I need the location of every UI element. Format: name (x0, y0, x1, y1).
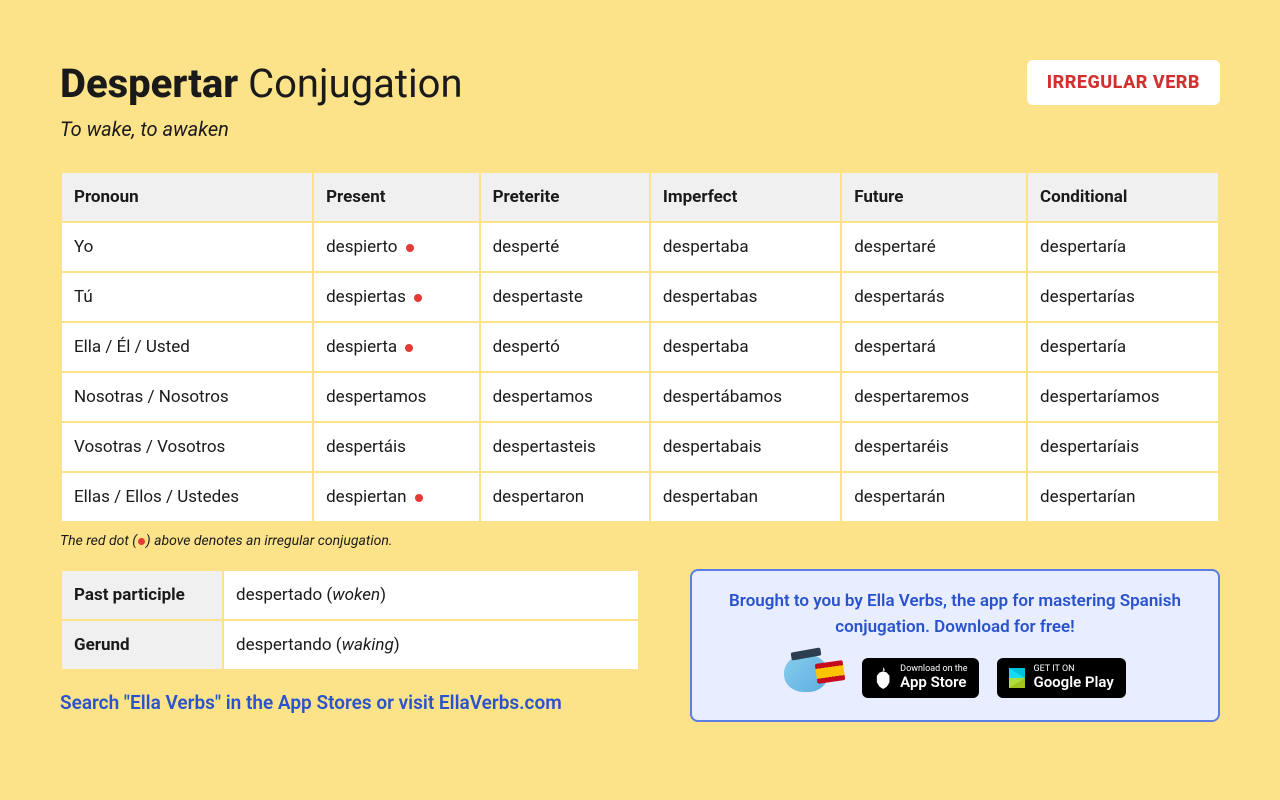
column-header: Conditional (1028, 173, 1218, 221)
conjugation-cell: despertarán (842, 473, 1026, 521)
column-header: Present (314, 173, 478, 221)
conjugation-cell: despierto (314, 223, 478, 271)
footnote: The red dot () above denotes an irregula… (60, 533, 1220, 549)
google-play-button[interactable]: GET IT ON Google Play (997, 658, 1125, 698)
conjugation-cell: despertarías (1028, 273, 1218, 321)
page-title: Despertar Conjugation (60, 60, 463, 107)
table-row: Yodespierto despertédespertabadespertaré… (62, 223, 1218, 271)
conjugation-cell: despertáis (314, 423, 478, 471)
conjugation-cell: Nosotras / Nosotros (62, 373, 312, 421)
title-suffix: Conjugation (248, 60, 463, 107)
red-dot-icon (405, 344, 413, 352)
red-dot-icon (138, 538, 145, 545)
conjugation-cell: despertarás (842, 273, 1026, 321)
past-participle-value: despertado (woken) (224, 571, 638, 619)
conjugation-cell: despertaríais (1028, 423, 1218, 471)
conjugation-cell: Vosotras / Vosotros (62, 423, 312, 471)
table-row: Túdespiertas despertastedespertabasdespe… (62, 273, 1218, 321)
conjugation-cell: desperté (481, 223, 649, 271)
conjugation-cell: despertaríamos (1028, 373, 1218, 421)
conjugation-cell: despertamos (314, 373, 478, 421)
conjugation-cell: despierta (314, 323, 478, 371)
conjugation-cell: despertaría (1028, 323, 1218, 371)
conjugation-cell: despertaste (481, 273, 649, 321)
conjugation-cell: Ella / Él / Usted (62, 323, 312, 371)
conjugation-cell: despertaban (651, 473, 840, 521)
conjugation-cell: despertaremos (842, 373, 1026, 421)
mascot-icon (784, 654, 844, 702)
promo-box: Brought to you by Ella Verbs, the app fo… (690, 569, 1220, 722)
conjugation-cell: despertará (842, 323, 1026, 371)
conjugation-cell: despertamos (481, 373, 649, 421)
conjugation-cell: despertaba (651, 223, 840, 271)
conjugation-cell: despiertas (314, 273, 478, 321)
conjugation-cell: despertaré (842, 223, 1026, 271)
conjugation-cell: despiertan (314, 473, 478, 521)
red-dot-icon (406, 244, 414, 252)
forms-table: Past participle despertado (woken) Gerun… (60, 569, 640, 671)
conjugation-cell: Tú (62, 273, 312, 321)
conjugation-cell: despertabais (651, 423, 840, 471)
table-row: Vosotras / Vosotrosdespertáisdespertaste… (62, 423, 1218, 471)
table-row: Ella / Él / Usteddespierta despertódespe… (62, 323, 1218, 371)
conjugation-cell: despertarían (1028, 473, 1218, 521)
conjugation-cell: Ellas / Ellos / Ustedes (62, 473, 312, 521)
column-header: Future (842, 173, 1026, 221)
conjugation-cell: despertasteis (481, 423, 649, 471)
table-row: Ellas / Ellos / Ustedesdespiertan desper… (62, 473, 1218, 521)
conjugation-table: PronounPresentPreteriteImperfectFutureCo… (60, 171, 1220, 523)
red-dot-icon (414, 294, 422, 302)
verb-name: Despertar (60, 60, 238, 107)
app-store-button[interactable]: Download on the App Store (862, 658, 979, 698)
conjugation-cell: despertó (481, 323, 649, 371)
gerund-label: Gerund (62, 621, 222, 669)
search-instruction: Search "Ella Verbs" in the App Stores or… (60, 691, 640, 714)
google-play-icon (1009, 668, 1025, 688)
irregular-badge: IRREGULAR VERB (1027, 60, 1220, 105)
apple-icon (874, 667, 892, 689)
conjugation-cell: despertabas (651, 273, 840, 321)
past-participle-label: Past participle (62, 571, 222, 619)
conjugation-cell: despertaréis (842, 423, 1026, 471)
red-dot-icon (415, 494, 423, 502)
conjugation-cell: despertaron (481, 473, 649, 521)
column-header: Preterite (481, 173, 649, 221)
table-row: Nosotras / Nosotrosdespertamosdespertamo… (62, 373, 1218, 421)
conjugation-cell: despertábamos (651, 373, 840, 421)
column-header: Pronoun (62, 173, 312, 221)
column-header: Imperfect (651, 173, 840, 221)
gerund-value: despertando (waking) (224, 621, 638, 669)
conjugation-cell: despertaba (651, 323, 840, 371)
verb-translation: To wake, to awaken (60, 117, 463, 141)
promo-text: Brought to you by Ella Verbs, the app fo… (716, 589, 1194, 640)
conjugation-cell: Yo (62, 223, 312, 271)
conjugation-cell: despertaría (1028, 223, 1218, 271)
